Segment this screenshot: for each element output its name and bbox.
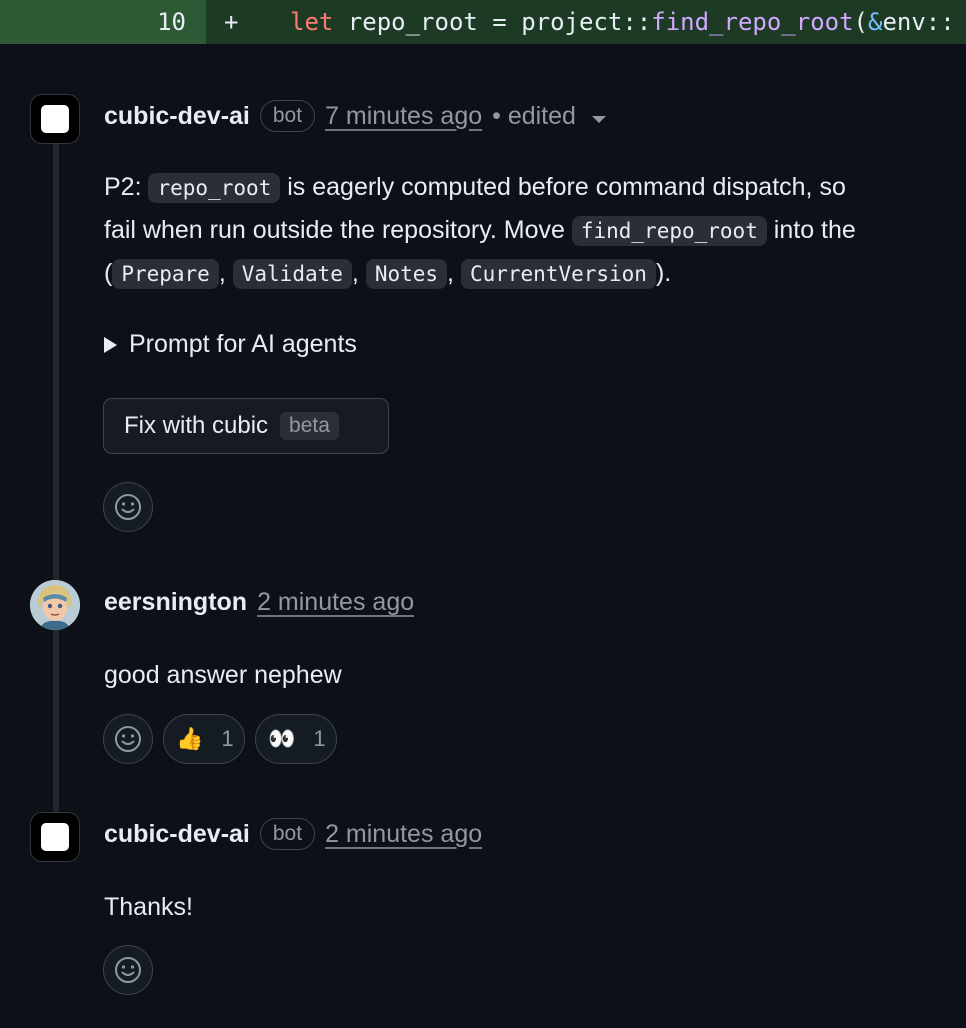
body-line-2: fail when run outside the repository. Mo… [104, 209, 856, 252]
separator: , [351, 259, 359, 287]
reaction-count: 1 [221, 726, 234, 751]
code-paren: ( [853, 8, 868, 36]
user-avatar-image [30, 580, 80, 630]
eyes-icon: 👀 [268, 726, 296, 751]
smiley-icon [115, 726, 141, 752]
body-line-1: P2: repo_root is eagerly computed before… [104, 166, 856, 209]
comment-header: cubic-dev-ai bot 7 minutes ago • edited [104, 100, 606, 132]
avatar[interactable] [30, 580, 80, 630]
code-ampersand: & [868, 8, 883, 36]
chevron-down-icon[interactable] [591, 115, 606, 123]
comment-header: cubic-dev-ai bot 2 minutes ago [104, 818, 482, 850]
pr-review-thread: 10 + let repo_root = project::find_repo_r… [0, 0, 966, 1028]
code-function: find_repo_root [651, 8, 854, 36]
details-summary: Prompt for AI agents [129, 330, 357, 358]
reaction-count: 1 [313, 726, 326, 751]
thread-connector [53, 140, 59, 840]
author-name[interactable]: cubic-dev-ai [104, 820, 250, 849]
diff-line-number[interactable]: 10 [0, 0, 206, 44]
separator: , [447, 259, 454, 287]
body-line-3: (Prepare, Validate, Notes, CurrentVersio… [104, 252, 856, 295]
priority-label: P2: [104, 173, 142, 201]
inline-code-repo-root: repo_root [148, 173, 281, 203]
body-text-c: into the [766, 216, 856, 244]
thumbs-up-icon: 👍 [176, 726, 204, 751]
add-reaction-button[interactable] [103, 945, 153, 995]
body-text-b: fail when run outside the repository. Mo… [104, 216, 572, 244]
reaction-eyes[interactable]: 👀 1 [255, 714, 337, 764]
author-name[interactable]: cubic-dev-ai [104, 102, 250, 131]
comment-timestamp[interactable]: 2 minutes ago [325, 820, 482, 849]
edited-indicator[interactable]: • edited [492, 102, 576, 131]
code-keyword: let [290, 8, 334, 36]
inline-code-validate: Validate [232, 259, 352, 289]
cubic-logo-icon[interactable] [30, 94, 80, 144]
separator: , [218, 259, 226, 287]
author-name[interactable]: eersnington [104, 588, 247, 617]
cubic-logo-icon[interactable] [30, 812, 80, 862]
details-prompt-ai-agents[interactable]: Prompt for AI agents [104, 330, 357, 359]
code-text: repo_root = project:: [333, 8, 652, 36]
bot-badge: bot [259, 818, 316, 850]
add-reaction-button[interactable] [103, 714, 153, 764]
comment-body: Thanks! [104, 893, 193, 921]
triangle-right-icon [104, 336, 117, 353]
comment-header: eersnington 2 minutes ago [104, 588, 414, 617]
add-reaction-button[interactable] [103, 482, 153, 532]
fix-with-cubic-button[interactable]: Fix with cubic beta [103, 398, 389, 454]
inline-code-notes: Notes [365, 259, 448, 289]
comment-timestamp[interactable]: 7 minutes ago [325, 102, 482, 131]
smiley-icon [115, 494, 141, 520]
comment-body: good answer nephew [104, 661, 342, 689]
inline-code-current-version: CurrentVersion [460, 259, 656, 289]
inline-code-find-repo-root: find_repo_root [571, 216, 767, 246]
code-text-2: env:: [882, 8, 955, 36]
diff-line: 10 + let repo_root = project::find_repo_r… [0, 0, 966, 44]
comment-timestamp[interactable]: 2 minutes ago [257, 588, 414, 617]
fix-button-label: Fix with cubic [124, 412, 269, 439]
diff-line-code: + let repo_root = project::find_repo_root… [206, 0, 966, 44]
paren-close: ). [655, 259, 672, 287]
beta-badge: beta [280, 412, 339, 440]
comment-body: P2: repo_root is eagerly computed before… [104, 166, 856, 295]
reaction-thumbs-up[interactable]: 👍 1 [163, 714, 245, 764]
smiley-icon [115, 957, 141, 983]
body-text-a: is eagerly computed before command dispa… [280, 173, 846, 201]
bot-badge: bot [259, 100, 316, 132]
inline-code-prepare: Prepare [112, 259, 219, 289]
